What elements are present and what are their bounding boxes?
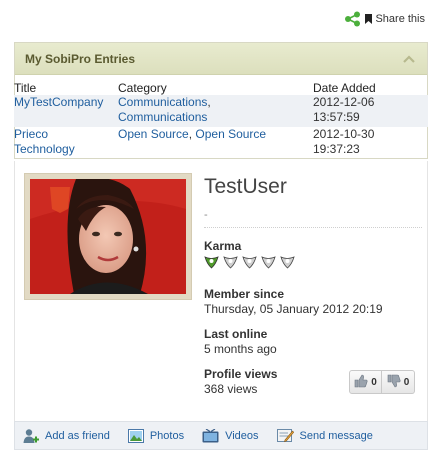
send-message-icon [276,428,294,443]
collapse-icon[interactable] [401,51,417,67]
profile-username: TestUser [204,175,287,198]
dislike-count: 0 [403,376,410,388]
share-label: Share this [375,13,425,25]
videos-icon [202,428,219,443]
profile-actions-bar: Add as friend Photos Videos Send message [14,421,428,450]
videos-link[interactable]: Videos [202,428,259,443]
category-link[interactable]: Communications [118,95,207,109]
avatar[interactable] [30,179,186,294]
add-friend-icon [23,428,39,444]
entry-date: 2012-12-06 [313,95,375,109]
category-link[interactable]: Open Source [118,127,189,141]
last-online-value: 5 months ago [204,342,277,356]
photos-label: Photos [149,429,185,442]
karma-icon-inactive [261,256,276,272]
module-title: My SobiPro Entries [25,51,136,66]
sobipro-entries-module: My SobiPro Entries Title Category Date A… [14,42,428,159]
karma-icon-inactive [242,256,257,272]
category-link[interactable]: Communications [118,110,207,124]
table-header-row: Title Category Date Added [14,80,428,95]
column-header-title: Title [14,80,37,95]
entry-date: 2012-10-30 [313,127,375,141]
entry-title-link[interactable]: Prieco Technology [14,127,75,156]
thumbs-down-icon [387,374,401,391]
like-count: 0 [371,376,377,388]
entries-table: Title Category Date Added MyTestCompany … [14,80,428,159]
videos-label: Videos [225,429,259,442]
table-row: MyTestCompany Communications, Communicat… [14,95,428,127]
entry-title-link[interactable]: MyTestCompany [14,95,103,109]
bookmark-icon [365,14,373,24]
profile-views-value: 368 views [204,382,258,396]
like-button[interactable]: 0 [349,370,382,394]
karma-rating [204,256,295,272]
send-message-label: Send message [299,429,373,442]
karma-icon-inactive [280,256,295,272]
karma-icon-inactive [223,256,238,272]
thumbs-up-icon [354,374,368,391]
category-link[interactable]: Open Source [195,127,266,141]
share-this-button[interactable]: Share this [344,11,425,27]
photos-link[interactable]: Photos [127,428,185,443]
last-online-label: Last online [204,327,268,341]
add-as-friend-label: Add as friend [45,429,110,442]
profile-views-label: Profile views [204,367,278,381]
photos-icon [127,428,144,443]
entry-time: 19:37:23 [313,142,360,156]
module-header: My SobiPro Entries [15,43,427,75]
avatar-frame [24,173,192,300]
karma-icon-active [204,256,219,272]
entry-time: 13:57:59 [313,110,360,124]
share-icon [344,11,362,27]
member-since-label: Member since [204,287,285,301]
profile-status: - [204,209,208,221]
column-header-category: Category [118,80,167,95]
column-header-date: Date Added [313,80,376,95]
divider [204,227,422,228]
like-dislike-group: 0 0 [349,370,415,394]
send-message-link[interactable]: Send message [276,428,373,443]
user-profile-card: TestUser - Karma Member since Thursday, … [14,161,428,422]
member-since-value: Thursday, 05 January 2012 20:19 [204,302,383,316]
add-as-friend-link[interactable]: Add as friend [23,428,110,444]
dislike-button[interactable]: 0 [382,370,415,394]
karma-label: Karma [204,239,242,253]
table-row: Prieco Technology Open Source, Open Sourc… [14,127,375,156]
